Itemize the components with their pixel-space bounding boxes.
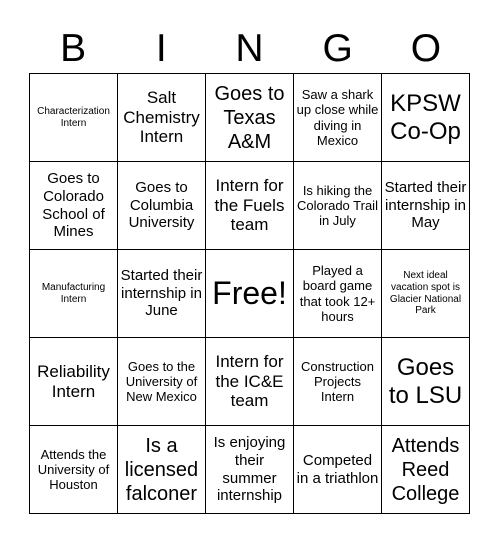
bingo-cell[interactable]: Goes to the University of New Mexico: [118, 338, 206, 426]
bingo-cell[interactable]: Is a licensed falconer: [118, 426, 206, 514]
header-letter-o: O: [410, 27, 442, 70]
bingo-cell[interactable]: Salt Chemistry Intern: [118, 74, 206, 162]
bingo-board: Characterization Intern Salt Chemistry I…: [29, 73, 470, 514]
free-space-cell[interactable]: Free!: [206, 250, 294, 338]
bingo-cell[interactable]: Intern for the IC&E team: [206, 338, 294, 426]
bingo-cell[interactable]: Started their internship in June: [118, 250, 206, 338]
bingo-cell[interactable]: Started their internship in May: [382, 162, 470, 250]
bingo-cell[interactable]: Intern for the Fuels team: [206, 162, 294, 250]
bingo-cell[interactable]: Next ideal vacation spot is Glacier Nati…: [382, 250, 470, 338]
bingo-cell[interactable]: Is enjoying their summer internship: [206, 426, 294, 514]
bingo-cell[interactable]: Goes to LSU: [382, 338, 470, 426]
bingo-cell[interactable]: Played a board game that took 12+ hours: [294, 250, 382, 338]
bingo-cell[interactable]: Competed in a triathlon: [294, 426, 382, 514]
bingo-cell[interactable]: Reliability Intern: [30, 338, 118, 426]
header-letter-i: I: [155, 27, 167, 70]
header-letter-n: N: [235, 27, 264, 70]
bingo-cell[interactable]: Is hiking the Colorado Trail in July: [294, 162, 382, 250]
bingo-cell[interactable]: Saw a shark up close while diving in Mex…: [294, 74, 382, 162]
bingo-cell[interactable]: Construction Projects Intern: [294, 338, 382, 426]
header-letter-b: B: [60, 27, 87, 70]
bingo-cell[interactable]: KPSW Co-Op: [382, 74, 470, 162]
bingo-cell[interactable]: Attends the University of Houston: [30, 426, 118, 514]
bingo-cell[interactable]: Attends Reed College: [382, 426, 470, 514]
bingo-cell[interactable]: Goes to Colorado School of Mines: [30, 162, 118, 250]
header-letter-g: G: [322, 27, 353, 70]
bingo-cell[interactable]: Goes to Columbia University: [118, 162, 206, 250]
bingo-cell[interactable]: Goes to Texas A&M: [206, 74, 294, 162]
bingo-cell[interactable]: Characterization Intern: [30, 74, 118, 162]
bingo-cell[interactable]: Manufacturing Intern: [30, 250, 118, 338]
bingo-header: B I N G O: [29, 26, 470, 72]
